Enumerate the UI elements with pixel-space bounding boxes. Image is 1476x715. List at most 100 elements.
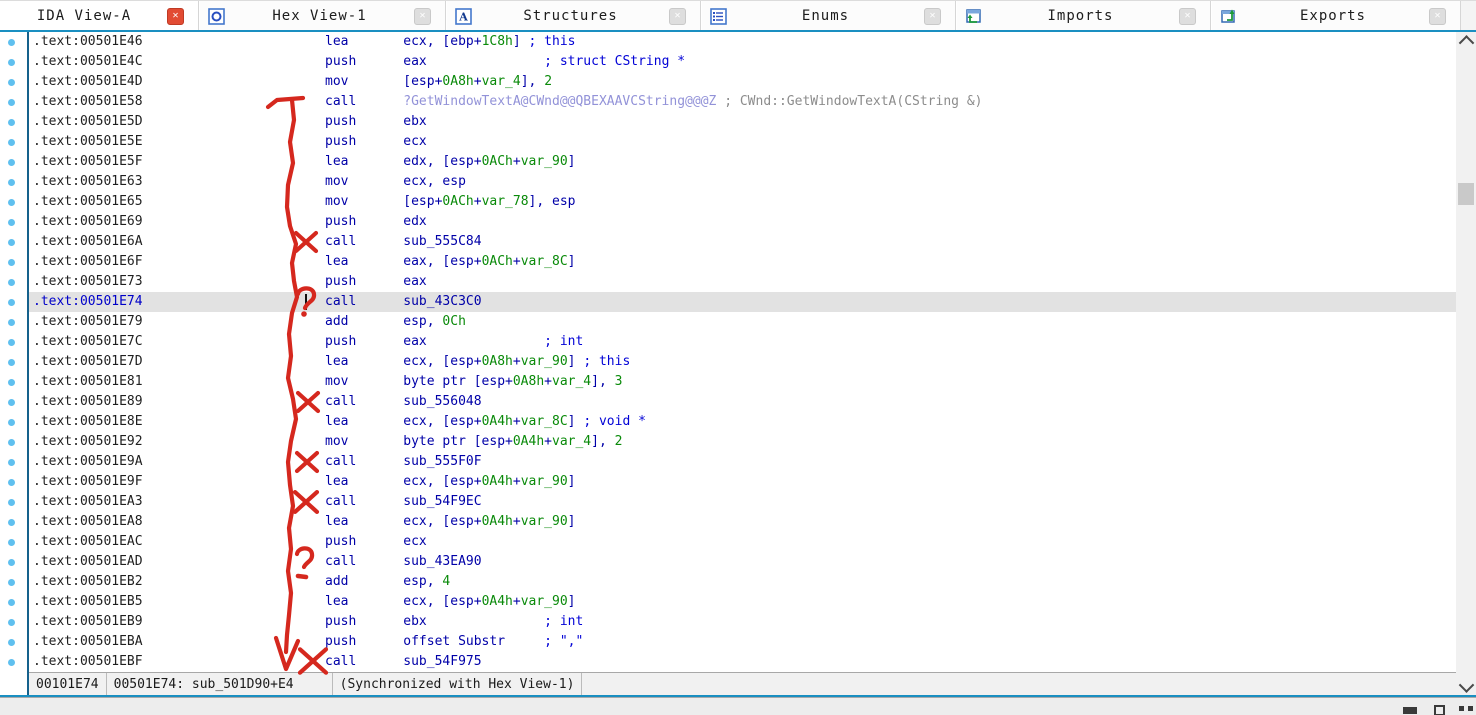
address: .text:00501E9F xyxy=(33,472,325,492)
taskbar-icon xyxy=(1403,707,1417,714)
text-cursor xyxy=(305,294,307,310)
address: .text:00501E46 xyxy=(33,32,325,52)
tab-close-button[interactable]: ✕ xyxy=(414,8,431,25)
listing-row-current[interactable]: .text:00501E74call sub_43C3C0 xyxy=(29,292,1456,312)
tab-hex-view-1[interactable]: Hex View-1✕ xyxy=(199,1,446,31)
listing-row[interactable]: .text:00501E58call ?GetWindowTextA@CWnd@… xyxy=(29,92,1456,112)
address: .text:00501EAC xyxy=(33,532,325,552)
listing-row[interactable]: .text:00501E9Acall sub_555F0F xyxy=(29,452,1456,472)
listing-row[interactable]: .text:00501EA3call sub_54F9EC xyxy=(29,492,1456,512)
enums-icon xyxy=(710,8,727,25)
address: .text:00501E7D xyxy=(33,352,325,372)
listing-row[interactable]: .text:00501E89call sub_556048 xyxy=(29,392,1456,412)
desktop-strip xyxy=(0,698,1476,715)
listing-row[interactable]: .text:00501E79add esp, 0Ch xyxy=(29,312,1456,332)
listing-row[interactable]: .text:00501E5Epush ecx xyxy=(29,132,1456,152)
scroll-down-button[interactable] xyxy=(1456,677,1476,695)
address: .text:00501EB2 xyxy=(33,572,325,592)
taskbar-icon xyxy=(1459,706,1464,711)
vertical-scrollbar[interactable] xyxy=(1456,32,1476,695)
listing-row[interactable]: .text:00501E6Flea eax, [esp+0ACh+var_8C] xyxy=(29,252,1456,272)
line-marker-dot xyxy=(8,519,15,526)
line-marker-dot xyxy=(8,639,15,646)
status-segment: 00501E74: sub_501D90+E4 xyxy=(107,673,333,696)
imports-icon xyxy=(965,8,982,25)
tab-exports[interactable]: Exports✕ xyxy=(1211,1,1461,31)
listing-row[interactable]: .text:00501E4Cpush eax ; struct CString … xyxy=(29,52,1456,72)
listing-row[interactable]: .text:00501E5Flea edx, [esp+0ACh+var_90] xyxy=(29,152,1456,172)
listing-row[interactable]: .text:00501E7Dlea ecx, [esp+0A8h+var_90]… xyxy=(29,352,1456,372)
address: .text:00501E5D xyxy=(33,112,325,132)
address: .text:00501E6A xyxy=(33,232,325,252)
address: .text:00501E74 xyxy=(33,292,325,312)
tab-label: Enums xyxy=(727,8,924,24)
line-marker-dot xyxy=(8,359,15,366)
address: .text:00501EB9 xyxy=(33,612,325,632)
line-marker-dot xyxy=(8,479,15,486)
address: .text:00501E8E xyxy=(33,412,325,432)
address: .text:00501E5E xyxy=(33,132,325,152)
listing-row[interactable]: .text:00501E9Flea ecx, [esp+0A4h+var_90] xyxy=(29,472,1456,492)
listing-row[interactable]: .text:00501EA8lea ecx, [esp+0A4h+var_90] xyxy=(29,512,1456,532)
listing-row[interactable]: .text:00501EBFcall sub_54F975 xyxy=(29,652,1456,672)
address: .text:00501EAD xyxy=(33,552,325,572)
tab-close-button[interactable]: ✕ xyxy=(167,8,184,25)
listing-row[interactable]: .text:00501E5Dpush ebx xyxy=(29,112,1456,132)
address: .text:00501E4C xyxy=(33,52,325,72)
address: .text:00501E6F xyxy=(33,252,325,272)
tab-label: IDA View-A xyxy=(1,8,167,24)
listing-row[interactable]: .text:00501EB5lea ecx, [esp+0A4h+var_90] xyxy=(29,592,1456,612)
tab-close-button[interactable]: ✕ xyxy=(1179,8,1196,25)
tab-enums[interactable]: Enums✕ xyxy=(701,1,956,31)
svg-text:A: A xyxy=(458,10,468,23)
listing-row[interactable]: .text:00501E8Elea ecx, [esp+0A4h+var_8C]… xyxy=(29,412,1456,432)
line-marker-dot xyxy=(8,619,15,626)
disassembly-listing[interactable]: .text:00501E46lea ecx, [ebp+1C8h] ; this… xyxy=(29,32,1456,672)
structures-icon: A xyxy=(455,8,472,25)
listing-row[interactable]: .text:00501E92mov byte ptr [esp+0A4h+var… xyxy=(29,432,1456,452)
listing-row[interactable]: .text:00501E4Dmov [esp+0A8h+var_4], 2 xyxy=(29,72,1456,92)
line-marker-dot xyxy=(8,319,15,326)
tab-label: Exports xyxy=(1237,8,1429,24)
line-marker-dot xyxy=(8,539,15,546)
listing-row[interactable]: .text:00501EB2add esp, 4 xyxy=(29,572,1456,592)
line-marker-dot xyxy=(8,59,15,66)
listing-row[interactable]: .text:00501E63mov ecx, esp xyxy=(29,172,1456,192)
tab-imports[interactable]: Imports✕ xyxy=(956,1,1211,31)
listing-gutter xyxy=(0,32,27,695)
tab-close-button[interactable]: ✕ xyxy=(1429,8,1446,25)
address: .text:00501E63 xyxy=(33,172,325,192)
listing-row[interactable]: .text:00501E81mov byte ptr [esp+0A8h+var… xyxy=(29,372,1456,392)
scrollbar-thumb[interactable] xyxy=(1458,183,1474,205)
ida-window: IDA View-A✕Hex View-1✕AStructures✕Enums✕… xyxy=(0,0,1476,715)
taskbar-icon xyxy=(1468,706,1473,711)
address: .text:00501EBA xyxy=(33,632,325,652)
listing-row[interactable]: .text:00501EBApush offset Substr ; "," xyxy=(29,632,1456,652)
listing-row[interactable]: .text:00501E69push edx xyxy=(29,212,1456,232)
scroll-up-button[interactable] xyxy=(1456,32,1476,50)
listing-row[interactable]: .text:00501E73push eax xyxy=(29,272,1456,292)
address: .text:00501E65 xyxy=(33,192,325,212)
listing-row[interactable]: .text:00501E7Cpush eax ; int xyxy=(29,332,1456,352)
tab-label: Structures xyxy=(472,8,669,24)
tab-bar: IDA View-A✕Hex View-1✕AStructures✕Enums✕… xyxy=(0,0,1476,31)
address: .text:00501E92 xyxy=(33,432,325,452)
listing-row[interactable]: .text:00501E6Acall sub_555C84 xyxy=(29,232,1456,252)
listing-row[interactable]: .text:00501E46lea ecx, [ebp+1C8h] ; this xyxy=(29,32,1456,52)
line-marker-dot xyxy=(8,119,15,126)
listing-row[interactable]: .text:00501EADcall sub_43EA90 xyxy=(29,552,1456,572)
tab-structures[interactable]: A Structures✕ xyxy=(446,1,701,31)
line-marker-dot xyxy=(8,99,15,106)
listing-row[interactable]: .text:00501EB9push ebx ; int xyxy=(29,612,1456,632)
line-marker-dot xyxy=(8,439,15,446)
listing-row[interactable]: .text:00501EACpush ecx xyxy=(29,532,1456,552)
line-marker-dot xyxy=(8,499,15,506)
tab-close-button[interactable]: ✕ xyxy=(924,8,941,25)
line-marker-dot xyxy=(8,599,15,606)
listing-row[interactable]: .text:00501E65mov [esp+0ACh+var_78], esp xyxy=(29,192,1456,212)
tab-ida-view-a[interactable]: IDA View-A✕ xyxy=(0,1,199,31)
address: .text:00501EA3 xyxy=(33,492,325,512)
tab-close-button[interactable]: ✕ xyxy=(669,8,686,25)
address: .text:00501EBF xyxy=(33,652,325,672)
address: .text:00501E5F xyxy=(33,152,325,172)
